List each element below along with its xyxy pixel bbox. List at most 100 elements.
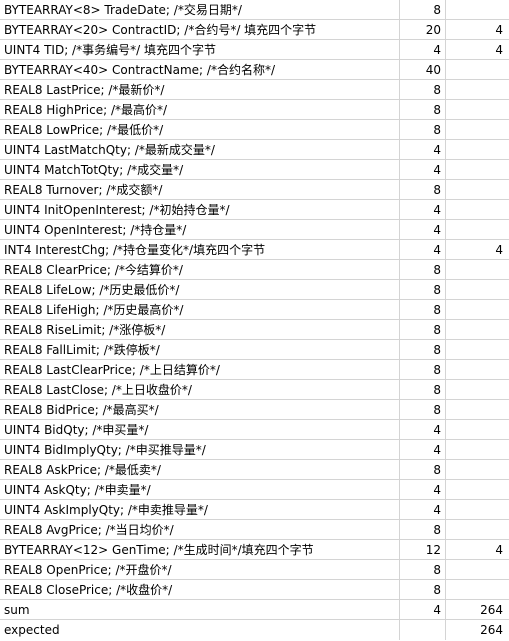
field-cell[interactable]: REAL8 AskPrice; /*最低卖*/ bbox=[0, 460, 400, 479]
size-cell[interactable]: 8 bbox=[400, 300, 446, 319]
size-cell[interactable]: 8 bbox=[400, 560, 446, 579]
padding-cell[interactable] bbox=[446, 0, 509, 19]
table-row: INT4 InterestChg; /*持仓量变化*/填充四个字节 4 4 bbox=[0, 240, 509, 260]
padding-cell[interactable] bbox=[446, 180, 509, 199]
field-cell[interactable]: UINT4 MatchTotQty; /*成交量*/ bbox=[0, 160, 400, 179]
field-cell[interactable]: REAL8 Turnover; /*成交额*/ bbox=[0, 180, 400, 199]
padding-cell[interactable] bbox=[446, 340, 509, 359]
size-cell[interactable]: 4 bbox=[400, 220, 446, 239]
size-cell[interactable]: 4 bbox=[400, 200, 446, 219]
field-cell[interactable]: UINT4 AskQty; /*申卖量*/ bbox=[0, 480, 400, 499]
table-row: sum 4 264 bbox=[0, 600, 509, 620]
size-cell[interactable]: 8 bbox=[400, 520, 446, 539]
size-cell[interactable]: 12 bbox=[400, 540, 446, 559]
size-cell[interactable]: 8 bbox=[400, 120, 446, 139]
field-cell[interactable]: BYTEARRAY<8> TradeDate; /*交易日期*/ bbox=[0, 0, 400, 19]
padding-cell[interactable]: 4 bbox=[446, 20, 509, 39]
padding-cell[interactable]: 4 bbox=[446, 240, 509, 259]
field-cell[interactable]: expected bbox=[0, 620, 400, 640]
padding-cell[interactable] bbox=[446, 320, 509, 339]
padding-cell[interactable] bbox=[446, 360, 509, 379]
size-cell[interactable]: 8 bbox=[400, 380, 446, 399]
field-cell[interactable]: REAL8 LastClose; /*上日收盘价*/ bbox=[0, 380, 400, 399]
field-cell[interactable]: BYTEARRAY<12> GenTime; /*生成时间*/填充四个字节 bbox=[0, 540, 400, 559]
padding-cell[interactable]: 4 bbox=[446, 40, 509, 59]
field-cell[interactable]: UINT4 BidQty; /*申买量*/ bbox=[0, 420, 400, 439]
table-row: REAL8 OpenPrice; /*开盘价*/8 bbox=[0, 560, 509, 580]
field-cell[interactable]: BYTEARRAY<20> ContractID; /*合约号*/ 填充四个字节 bbox=[0, 20, 400, 39]
field-cell[interactable]: REAL8 ClosePrice; /*收盘价*/ bbox=[0, 580, 400, 599]
size-cell[interactable]: 4 bbox=[400, 140, 446, 159]
size-cell[interactable]: 8 bbox=[400, 320, 446, 339]
size-cell[interactable]: 40 bbox=[400, 60, 446, 79]
field-cell[interactable]: BYTEARRAY<40> ContractName; /*合约名称*/ bbox=[0, 60, 400, 79]
field-cell[interactable]: INT4 InterestChg; /*持仓量变化*/填充四个字节 bbox=[0, 240, 400, 259]
size-cell[interactable]: 4 bbox=[400, 40, 446, 59]
size-cell[interactable]: 8 bbox=[400, 460, 446, 479]
size-cell[interactable]: 8 bbox=[400, 360, 446, 379]
field-cell[interactable]: REAL8 HighPrice; /*最高价*/ bbox=[0, 100, 400, 119]
padding-cell[interactable] bbox=[446, 120, 509, 139]
field-cell[interactable]: REAL8 LastPrice; /*最新价*/ bbox=[0, 80, 400, 99]
field-cell[interactable]: UINT4 BidImplyQty; /*申买推导量*/ bbox=[0, 440, 400, 459]
field-cell[interactable]: UINT4 InitOpenInterest; /*初始持仓量*/ bbox=[0, 200, 400, 219]
padding-cell[interactable] bbox=[446, 260, 509, 279]
size-cell[interactable]: 8 bbox=[400, 100, 446, 119]
size-cell[interactable]: 8 bbox=[400, 80, 446, 99]
padding-cell[interactable] bbox=[446, 400, 509, 419]
padding-cell[interactable] bbox=[446, 160, 509, 179]
field-cell[interactable]: REAL8 AvgPrice; /*当日均价*/ bbox=[0, 520, 400, 539]
padding-cell[interactable]: 264 bbox=[446, 600, 509, 619]
size-cell[interactable]: 8 bbox=[400, 180, 446, 199]
field-cell[interactable]: REAL8 ClearPrice; /*今结算价*/ bbox=[0, 260, 400, 279]
padding-cell[interactable] bbox=[446, 460, 509, 479]
padding-cell[interactable] bbox=[446, 500, 509, 519]
padding-cell[interactable] bbox=[446, 480, 509, 499]
size-cell[interactable]: 8 bbox=[400, 280, 446, 299]
size-cell[interactable]: 4 bbox=[400, 440, 446, 459]
field-cell[interactable]: UINT4 TID; /*事务编号*/ 填充四个字节 bbox=[0, 40, 400, 59]
size-cell[interactable]: 4 bbox=[400, 160, 446, 179]
field-cell[interactable]: UINT4 AskImplyQty; /*申卖推导量*/ bbox=[0, 500, 400, 519]
padding-cell[interactable] bbox=[446, 100, 509, 119]
padding-cell[interactable]: 4 bbox=[446, 540, 509, 559]
size-cell[interactable]: 8 bbox=[400, 580, 446, 599]
padding-cell[interactable] bbox=[446, 560, 509, 579]
size-cell[interactable]: 8 bbox=[400, 0, 446, 19]
field-cell[interactable]: REAL8 LowPrice; /*最低价*/ bbox=[0, 120, 400, 139]
padding-cell[interactable] bbox=[446, 520, 509, 539]
padding-cell[interactable] bbox=[446, 300, 509, 319]
padding-cell[interactable] bbox=[446, 80, 509, 99]
size-cell[interactable]: 4 bbox=[400, 600, 446, 619]
field-cell[interactable]: REAL8 LastClearPrice; /*上日结算价*/ bbox=[0, 360, 400, 379]
size-cell[interactable]: 8 bbox=[400, 260, 446, 279]
field-cell[interactable]: REAL8 BidPrice; /*最高买*/ bbox=[0, 400, 400, 419]
field-cell[interactable]: REAL8 RiseLimit; /*涨停板*/ bbox=[0, 320, 400, 339]
field-cell[interactable]: REAL8 LifeHigh; /*历史最高价*/ bbox=[0, 300, 400, 319]
padding-cell[interactable] bbox=[446, 440, 509, 459]
padding-cell[interactable] bbox=[446, 140, 509, 159]
size-cell[interactable]: 4 bbox=[400, 420, 446, 439]
field-cell[interactable]: UINT4 LastMatchQty; /*最新成交量*/ bbox=[0, 140, 400, 159]
size-cell[interactable]: 4 bbox=[400, 240, 446, 259]
field-cell[interactable]: UINT4 OpenInterest; /*持仓量*/ bbox=[0, 220, 400, 239]
size-cell[interactable]: 4 bbox=[400, 500, 446, 519]
size-cell[interactable]: 8 bbox=[400, 400, 446, 419]
field-cell[interactable]: REAL8 FallLimit; /*跌停板*/ bbox=[0, 340, 400, 359]
size-cell[interactable]: 8 bbox=[400, 340, 446, 359]
field-cell[interactable]: REAL8 OpenPrice; /*开盘价*/ bbox=[0, 560, 400, 579]
padding-cell[interactable] bbox=[446, 420, 509, 439]
padding-cell[interactable] bbox=[446, 280, 509, 299]
padding-cell[interactable]: 264 bbox=[446, 620, 509, 640]
padding-cell[interactable] bbox=[446, 380, 509, 399]
field-cell[interactable]: REAL8 LifeLow; /*历史最低价*/ bbox=[0, 280, 400, 299]
size-cell[interactable] bbox=[400, 620, 446, 640]
padding-cell[interactable] bbox=[446, 200, 509, 219]
table-row: UINT4 AskQty; /*申卖量*/4 bbox=[0, 480, 509, 500]
padding-cell[interactable] bbox=[446, 580, 509, 599]
size-cell[interactable]: 4 bbox=[400, 480, 446, 499]
size-cell[interactable]: 20 bbox=[400, 20, 446, 39]
padding-cell[interactable] bbox=[446, 60, 509, 79]
padding-cell[interactable] bbox=[446, 220, 509, 239]
field-cell[interactable]: sum bbox=[0, 600, 400, 619]
